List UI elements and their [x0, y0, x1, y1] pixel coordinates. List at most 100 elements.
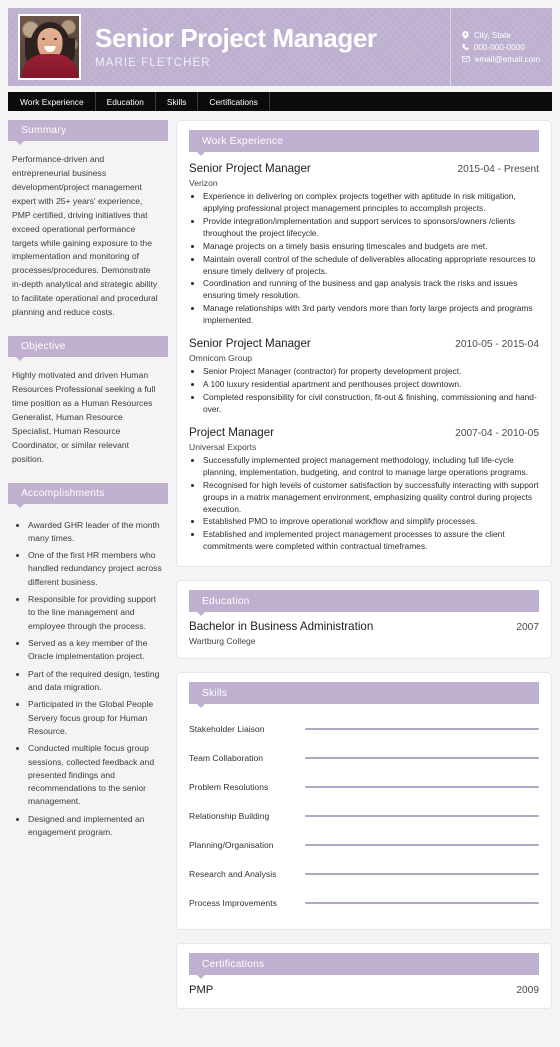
skill-name: Team Collaboration [189, 752, 264, 763]
accomplishments-section: Accomplishments Awarded GHR leader of th… [8, 482, 168, 840]
list-item: Coordination and running of the business… [203, 278, 539, 302]
resume-body: Summary Performance-driven and entrepren… [0, 120, 560, 1022]
main-content: Work Experience Senior Project Manager 2… [176, 120, 552, 1022]
avatar [18, 14, 81, 80]
location-pin-icon [462, 31, 469, 39]
work-entry: Senior Project Manager 2015-04 - Present… [189, 162, 539, 327]
work-entry-header: Senior Project Manager 2010-05 - 2015-04 [189, 337, 539, 350]
list-item: Awarded GHR leader of the month many tim… [28, 519, 164, 546]
phone-icon [462, 43, 469, 51]
certification-entry: PMP 2009 [189, 984, 539, 996]
header-titles: Senior Project Manager MARIE FLETCHER [81, 22, 450, 70]
education-heading-label: Education [202, 595, 250, 607]
work-entry: Project Manager 2007-04 - 2010-05 Univer… [189, 426, 539, 553]
skill-level-bar [305, 785, 539, 788]
resume-header: Senior Project Manager MARIE FLETCHER Ci… [8, 8, 552, 86]
list-item: Maintain overall control of the schedule… [203, 254, 539, 278]
list-item: Completed responsibility for civil const… [203, 392, 539, 416]
contact-block: City, State 000-000-0000 email@email.com [449, 8, 540, 86]
skills-heading: Skills [189, 682, 539, 709]
work-entry-header: Project Manager 2007-04 - 2010-05 [189, 426, 539, 439]
work-entry-bullets: Experience in delivering on complex proj… [189, 191, 539, 327]
list-item: Responsible for providing support to the… [28, 593, 164, 633]
summary-heading: Summary [8, 120, 168, 145]
skill-level-bar [305, 814, 539, 817]
objective-heading: Objective [8, 336, 168, 362]
objective-heading-label: Objective [21, 341, 66, 353]
avatar-eye-right [54, 38, 57, 40]
envelope-icon [461, 56, 470, 62]
skill-row: Process Improvements [189, 888, 539, 917]
summary-section: Summary Performance-driven and entrepren… [8, 120, 168, 320]
work-entry-role: Project Manager [189, 425, 275, 439]
objective-text: Highly motivated and driven Human Resour… [12, 370, 156, 464]
nav-item-certifications[interactable]: Certifications [198, 92, 270, 111]
skills-card: Skills Stakeholder Liaison Team Collabor… [176, 672, 552, 931]
list-item: Provide integration/implementation and s… [203, 216, 539, 240]
work-experience-card: Work Experience Senior Project Manager 2… [176, 120, 552, 568]
page-title: Senior Project Manager [95, 22, 377, 53]
section-navbar: Work Experience Education Skills Certifi… [8, 92, 552, 111]
skills-list: Stakeholder Liaison Team Collaboration P… [189, 707, 539, 917]
skill-name: Planning/Organisation [189, 839, 274, 850]
resume-page: Senior Project Manager MARIE FLETCHER Ci… [0, 8, 560, 1047]
education-degree: Bachelor in Business Administration [189, 620, 374, 634]
certifications-card: Certifications PMP 2009 [176, 943, 552, 1010]
skill-level-bar [305, 843, 539, 846]
skill-row: Planning/Organisation [189, 830, 539, 859]
skill-name: Research and Analysis [189, 868, 277, 879]
education-entry: Bachelor in Business Administration 2007… [189, 620, 539, 646]
accomplishments-heading: Accomplishments [8, 482, 168, 508]
education-heading: Education [189, 590, 539, 617]
list-item: Experience in delivering on complex proj… [203, 191, 539, 215]
accomplishments-list: Awarded GHR leader of the month many tim… [8, 507, 168, 840]
skill-row: Problem Resolutions [189, 772, 539, 801]
skill-name: Relationship Building [189, 810, 270, 821]
work-entry-dates: 2010-05 - 2015-04 [455, 339, 539, 351]
list-item: Conducted multiple focus group sessions,… [28, 742, 164, 809]
work-entry-organization: Universal Exports [189, 441, 257, 452]
skill-level-bar [305, 756, 539, 759]
skill-level-bar [305, 872, 539, 875]
list-item: Part of the required design, testing and… [28, 668, 164, 695]
contact-location-text: City, State [473, 30, 511, 40]
certifications-heading: Certifications [189, 953, 539, 980]
work-entry: Senior Project Manager 2010-05 - 2015-04… [189, 337, 539, 416]
skill-row: Stakeholder Liaison [189, 714, 539, 743]
sidebar: Summary Performance-driven and entrepren… [8, 120, 176, 855]
education-school: Wartburg College [189, 636, 256, 647]
skill-level-bar [305, 901, 539, 904]
contact-email: email@email.com [461, 55, 540, 64]
nav-item-work-experience[interactable]: Work Experience [8, 92, 96, 111]
work-entry-header: Senior Project Manager 2015-04 - Present [189, 162, 539, 175]
work-entry-dates: 2015-04 - Present [457, 164, 539, 175]
list-item: Established PMO to improve operational w… [203, 516, 539, 528]
avatar-torso [21, 54, 78, 78]
person-name: MARIE FLETCHER [95, 57, 211, 70]
nav-item-education[interactable]: Education [96, 92, 156, 111]
skill-row: Research and Analysis [189, 859, 539, 888]
nav-item-skills[interactable]: Skills [156, 92, 199, 111]
education-entry-header: Bachelor in Business Administration 2007 [189, 620, 539, 633]
work-entry-dates: 2007-04 - 2010-05 [455, 427, 539, 439]
list-item: Designed and implemented an engagement p… [28, 813, 164, 840]
list-item: Recognised for high levels of customer s… [203, 480, 539, 516]
work-experience-heading: Work Experience [189, 130, 539, 156]
avatar-eye-left [42, 38, 45, 40]
contact-location: City, State [462, 31, 540, 40]
skills-heading-label: Skills [202, 687, 228, 699]
work-entry-role: Senior Project Manager [189, 337, 311, 351]
list-item: Successfully implemented project managem… [203, 455, 539, 479]
list-item: Manage projects on a timely basis ensuri… [203, 241, 539, 253]
summary-text: Performance-driven and entrepreneurial b… [12, 154, 158, 318]
education-year: 2007 [516, 622, 539, 634]
certifications-heading-label: Certifications [202, 958, 265, 970]
summary-heading-label: Summary [21, 125, 67, 136]
certification-name: PMP [189, 984, 214, 997]
list-item: Manage relationships with 3rd party vend… [203, 303, 539, 327]
work-experience-heading-label: Work Experience [202, 135, 284, 147]
list-item: Served as a key member of the Oracle imp… [28, 637, 164, 664]
skill-row: Relationship Building [189, 801, 539, 830]
skill-name: Process Improvements [189, 897, 277, 908]
certification-year: 2009 [516, 985, 539, 997]
